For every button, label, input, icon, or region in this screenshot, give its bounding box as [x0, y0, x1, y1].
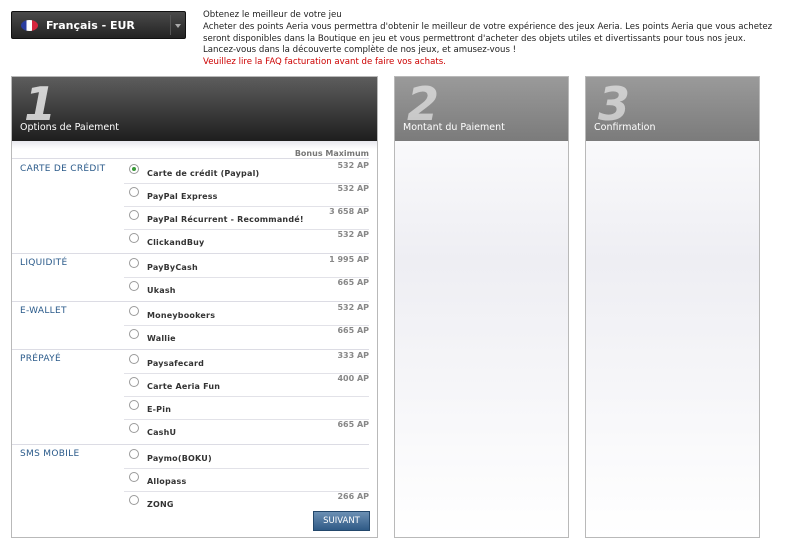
category-ewallet: E-WALLET: [20, 306, 67, 316]
bonus-maximum-header: Bonus Maximum: [294, 149, 369, 158]
step-3-panel: 3 Confirmation: [585, 76, 760, 538]
step-1-panel: 1 Options de Paiement Bonus Maximum CART…: [11, 76, 378, 538]
option-label: PayByCash: [147, 263, 198, 272]
bonus-value: 532 AP: [337, 230, 369, 239]
faq-billing-link[interactable]: FAQ facturation: [265, 57, 331, 67]
payment-option-paypal-recurrent[interactable]: PayPal Récurrent - Recommandé! 3 658 AP: [124, 207, 369, 230]
category-divider: [12, 253, 369, 254]
radio-button[interactable]: [129, 281, 139, 291]
option-label: Carte de crédit (Paypal): [147, 169, 260, 178]
bonus-value: 532 AP: [337, 184, 369, 193]
payment-option-epin[interactable]: E-Pin: [124, 397, 369, 420]
chevron-down-icon: [175, 24, 181, 28]
language-selector[interactable]: Français - EUR: [11, 11, 186, 39]
bonus-value: 266 AP: [337, 492, 369, 501]
category-divider: [12, 444, 369, 445]
intro-line-2: seront disponibles dans la Boutique en j…: [203, 33, 746, 44]
radio-button[interactable]: [129, 354, 139, 364]
category-prepaid: PRÉPAYÉ: [20, 354, 61, 364]
payment-option-cashu[interactable]: CashU 665 AP: [124, 420, 369, 443]
option-label: ClickandBuy: [147, 238, 205, 247]
step-2-label: Montant du Paiement: [403, 122, 505, 133]
category-divider: [12, 349, 369, 350]
radio-button[interactable]: [129, 377, 139, 387]
option-label: Paymo(BOKU): [147, 454, 212, 463]
option-label: E-Pin: [147, 405, 172, 414]
bonus-value: 1 995 AP: [329, 255, 369, 264]
radio-button[interactable]: [129, 495, 139, 505]
bonus-value: 665 AP: [337, 420, 369, 429]
option-label: Ukash: [147, 286, 176, 295]
option-label: Moneybookers: [147, 311, 216, 320]
next-button[interactable]: SUIVANT: [313, 511, 370, 531]
bonus-value: 532 AP: [337, 303, 369, 312]
payment-option-paysafecard[interactable]: Paysafecard 333 AP: [124, 351, 369, 374]
category-cash: LIQUIDITÉ: [20, 258, 68, 268]
option-label: PayPal Express: [147, 192, 218, 201]
radio-button[interactable]: [129, 210, 139, 220]
bonus-value: 665 AP: [337, 278, 369, 287]
bonus-value: 333 AP: [337, 351, 369, 360]
radio-button[interactable]: [129, 449, 139, 459]
payment-option-wallie[interactable]: Wallie 665 AP: [124, 326, 369, 349]
payment-option-moneybookers[interactable]: Moneybookers 532 AP: [124, 303, 369, 326]
intro-line-3: Lancez-vous dans la découverte complète …: [203, 45, 517, 56]
radio-button[interactable]: [129, 423, 139, 433]
payment-option-paymo-boku[interactable]: Paymo(BOKU): [124, 446, 369, 469]
notice-prefix: Veuillez lire la: [203, 57, 263, 68]
intro-line-1: Acheter des points Aeria vous permettra …: [203, 21, 773, 32]
radio-button[interactable]: [129, 187, 139, 197]
radio-button[interactable]: [129, 329, 139, 339]
intro-title: Obtenez le meilleur de votre jeu: [203, 10, 342, 20]
language-label: Français - EUR: [46, 19, 135, 32]
category-divider: [12, 301, 369, 302]
bonus-value: 400 AP: [337, 374, 369, 383]
radio-button[interactable]: [129, 472, 139, 482]
payment-option-ukash[interactable]: Ukash 665 AP: [124, 278, 369, 301]
notice-suffix: avant de faire vos achats.: [334, 57, 446, 68]
step-1-header: 1 Options de Paiement: [12, 77, 377, 141]
option-label: Wallie: [147, 334, 176, 343]
radio-button[interactable]: [129, 233, 139, 243]
radio-button[interactable]: [129, 164, 139, 174]
option-label: Paysafecard: [147, 359, 205, 368]
option-label: ZONG: [147, 500, 174, 509]
step-2-panel: 2 Montant du Paiement: [394, 76, 569, 538]
payment-option-carte-aeria-fun[interactable]: Carte Aeria Fun 400 AP: [124, 374, 369, 397]
step-3-label: Confirmation: [594, 122, 656, 133]
category-credit-card: CARTE DE CRÉDIT: [20, 164, 106, 174]
category-sms-mobile: SMS MOBILE: [20, 449, 80, 459]
radio-button[interactable]: [129, 258, 139, 268]
header-shadow: [12, 141, 377, 149]
radio-button[interactable]: [129, 400, 139, 410]
option-label: Carte Aeria Fun: [147, 382, 221, 391]
bonus-value: 3 658 AP: [329, 207, 369, 216]
step-3-header: 3 Confirmation: [586, 77, 759, 141]
billing-notice: Veuillez lire la FAQ facturation avant d…: [203, 57, 783, 69]
payment-option-paypal-card[interactable]: Carte de crédit (Paypal) 532 AP: [124, 161, 369, 184]
intro-text: Obtenez le meilleur de votre jeu Acheter…: [203, 10, 783, 69]
step-1-label: Options de Paiement: [20, 122, 120, 133]
payment-option-allopass[interactable]: Allopass: [124, 469, 369, 492]
selector-divider: [170, 15, 171, 35]
bonus-value: 665 AP: [337, 326, 369, 335]
option-label: CashU: [147, 428, 177, 437]
flag-france-icon: [21, 20, 38, 31]
step-2-header: 2 Montant du Paiement: [395, 77, 568, 141]
payment-option-paybycash[interactable]: PayByCash 1 995 AP: [124, 255, 369, 278]
payment-option-paypal-express[interactable]: PayPal Express 532 AP: [124, 184, 369, 207]
option-label: PayPal Récurrent - Recommandé!: [147, 215, 304, 224]
bonus-value: 532 AP: [337, 161, 369, 170]
option-label: Allopass: [147, 477, 187, 486]
radio-button[interactable]: [129, 306, 139, 316]
category-divider: [12, 158, 369, 159]
payment-option-clickandbuy[interactable]: ClickandBuy 532 AP: [124, 230, 369, 253]
